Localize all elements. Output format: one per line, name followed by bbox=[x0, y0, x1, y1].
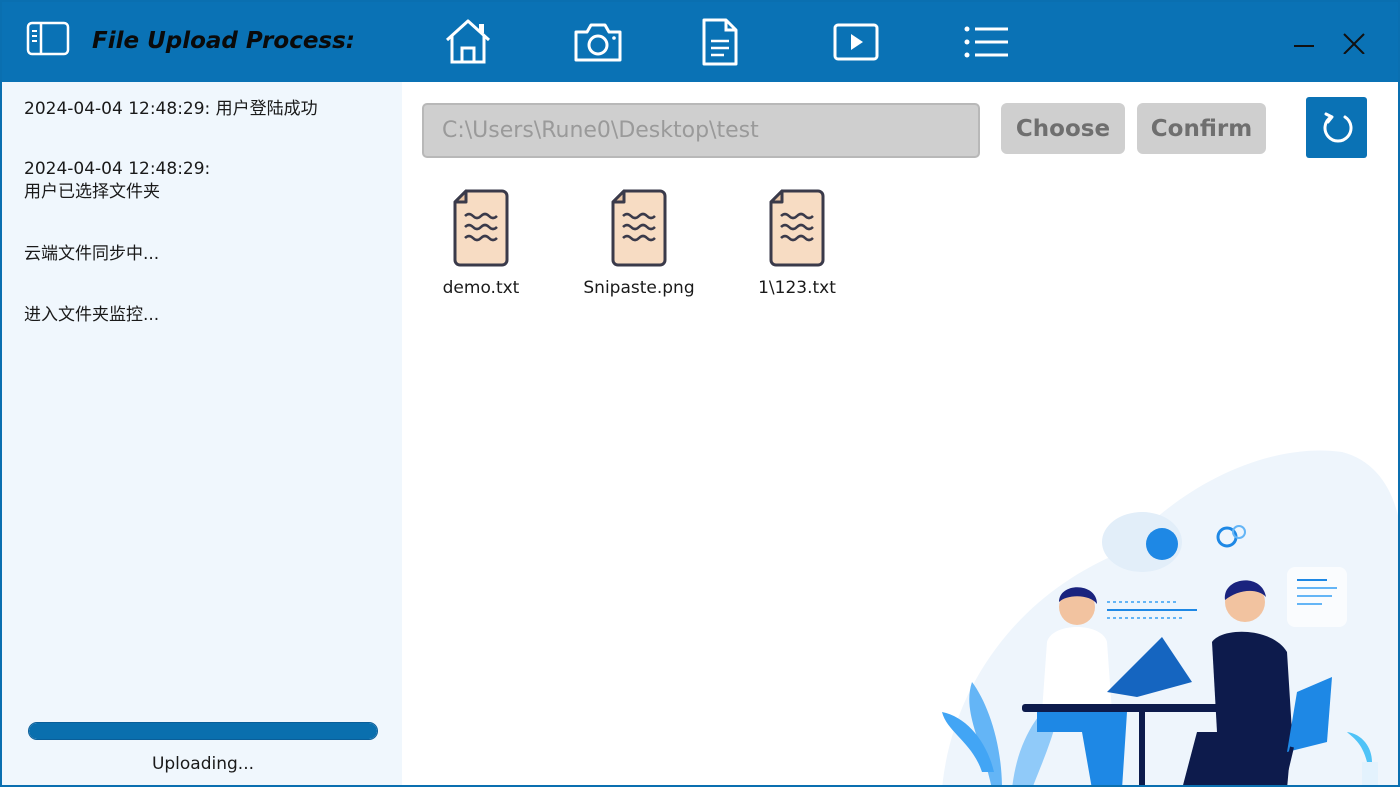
upload-progress-bar bbox=[28, 722, 378, 740]
log-entry: 2024-04-04 12:48:29: 用户已选择文件夹 bbox=[24, 159, 211, 202]
file-name: Snipaste.png bbox=[583, 278, 695, 298]
file-item[interactable]: 1\123.txt bbox=[718, 188, 876, 308]
app-window: File Upload Process: 2024-04-04 12:48:29… bbox=[0, 0, 1400, 787]
play-icon[interactable] bbox=[830, 16, 882, 68]
file-name: demo.txt bbox=[442, 278, 520, 298]
app-title: File Upload Process: bbox=[92, 28, 356, 54]
support-team-illustration bbox=[942, 450, 1398, 785]
list-icon[interactable] bbox=[960, 16, 1012, 68]
text-file-icon bbox=[769, 189, 825, 267]
refresh-button[interactable] bbox=[1306, 97, 1367, 158]
text-file-icon bbox=[611, 189, 667, 267]
main-panel: Choose Confirm demo.txt bbox=[402, 82, 1398, 785]
progress-fill bbox=[29, 723, 377, 739]
confirm-button[interactable]: Confirm bbox=[1137, 103, 1266, 154]
log-entry: 2024-04-04 12:48:29: 用户登陆成功 bbox=[24, 99, 318, 119]
minimize-icon[interactable] bbox=[1286, 24, 1322, 60]
close-icon[interactable] bbox=[1336, 24, 1372, 60]
file-item[interactable]: Snipaste.png bbox=[560, 188, 718, 308]
progress-label: Uploading... bbox=[151, 754, 255, 774]
refresh-icon bbox=[1323, 112, 1352, 142]
choose-button[interactable]: Choose bbox=[1001, 103, 1125, 154]
camera-icon[interactable] bbox=[572, 16, 624, 68]
file-item[interactable]: demo.txt bbox=[402, 188, 560, 308]
text-file-icon bbox=[453, 189, 509, 267]
log-entry: 云端文件同步中... bbox=[24, 244, 160, 264]
log-entry: 进入文件夹监控... bbox=[24, 305, 160, 325]
folder-path-input[interactable] bbox=[422, 103, 980, 158]
title-bar: File Upload Process: bbox=[2, 2, 1398, 82]
document-icon[interactable] bbox=[694, 16, 746, 68]
file-name: 1\123.txt bbox=[758, 278, 836, 298]
home-icon[interactable] bbox=[442, 16, 494, 68]
log-panel: 2024-04-04 12:48:29: 用户登陆成功 2024-04-04 1… bbox=[2, 82, 402, 785]
sidebar-toggle-icon[interactable] bbox=[26, 21, 70, 57]
